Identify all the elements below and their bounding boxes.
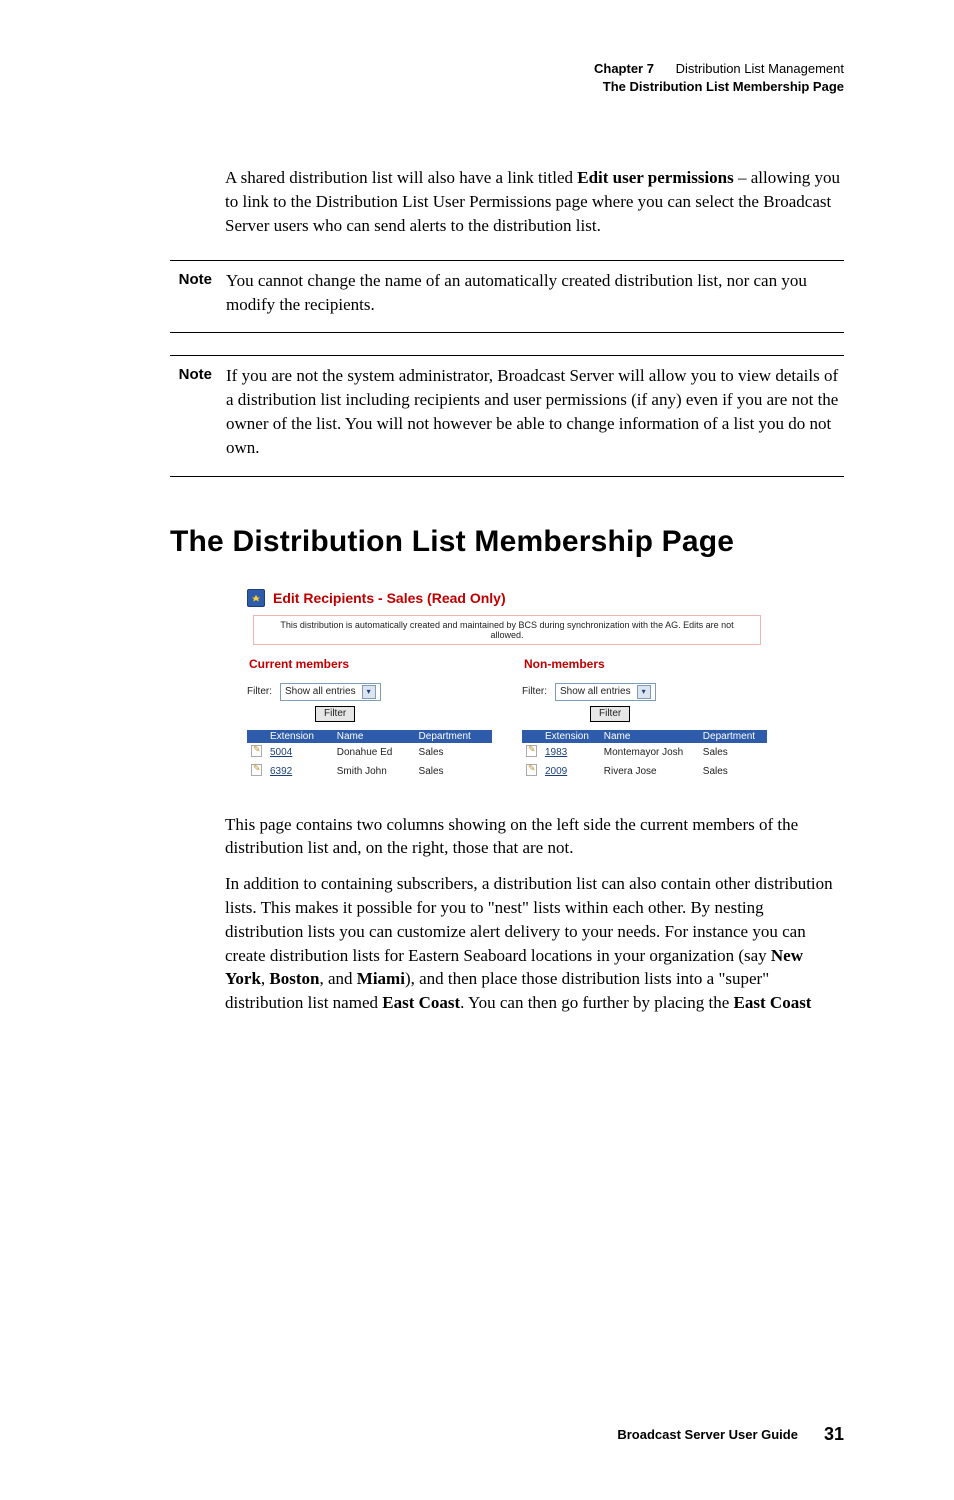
col-department[interactable]: Department [699, 730, 767, 743]
edit-icon[interactable] [251, 745, 262, 757]
note-label: Note [170, 269, 212, 288]
filter-button[interactable]: Filter [590, 706, 630, 722]
page-number: 31 [824, 1424, 844, 1445]
col-department[interactable]: Department [415, 730, 492, 743]
col-icon [247, 730, 266, 743]
edit-icon[interactable] [526, 764, 537, 776]
chapter-title: Distribution List Management [676, 61, 844, 76]
app-icon [247, 589, 265, 607]
table-row: 5004 Donahue Ed Sales [247, 743, 492, 762]
table-row: 6392 Smith John Sales [247, 762, 492, 781]
col-name[interactable]: Name [333, 730, 415, 743]
chapter-label: Chapter 7 [594, 61, 654, 76]
note-text: You cannot change the name of an automat… [226, 269, 844, 317]
table-row: 2009 Rivera Jose Sales [522, 762, 767, 781]
col-extension[interactable]: Extension [266, 730, 333, 743]
note-2: Note If you are not the system administr… [170, 355, 844, 476]
body-paragraph-2: This page contains two columns showing o… [225, 813, 844, 861]
cell-dept: Sales [699, 743, 767, 762]
cell-dept: Sales [699, 762, 767, 781]
edit-user-permissions-phrase: Edit user permissions [577, 168, 734, 187]
filter-label: Filter: [522, 686, 547, 697]
body-paragraph-3: In addition to containing subscribers, a… [225, 872, 844, 1015]
current-members-column: Current members Filter: Show all entries… [247, 651, 492, 781]
table-row: 1983 Montemayor Josh Sales [522, 743, 767, 762]
cell-name: Smith John [333, 762, 415, 781]
intro-paragraph: A shared distribution list will also hav… [225, 166, 844, 237]
col-name[interactable]: Name [600, 730, 699, 743]
readonly-message: This distribution is automatically creat… [253, 615, 761, 645]
current-members-table: Extension Name Department 5004 Donahue E… [247, 730, 492, 781]
cell-name: Montemayor Josh [600, 743, 699, 762]
chevron-down-icon: ▾ [637, 685, 651, 699]
cell-dept: Sales [415, 762, 492, 781]
extension-link[interactable]: 5004 [266, 743, 333, 762]
filter-label: Filter: [247, 686, 272, 697]
edit-recipients-screenshot: Edit Recipients - Sales (Read Only) This… [237, 581, 777, 785]
non-members-title: Non-members [524, 657, 767, 671]
chevron-down-icon: ▾ [362, 685, 376, 699]
note-1: Note You cannot change the name of an au… [170, 260, 844, 334]
extension-link[interactable]: 2009 [541, 762, 600, 781]
edit-icon[interactable] [526, 745, 537, 757]
col-extension[interactable]: Extension [541, 730, 600, 743]
footer-title: Broadcast Server User Guide [617, 1427, 798, 1442]
section-title: The Distribution List Membership Page [170, 78, 844, 96]
non-members-table: Extension Name Department 1983 Montemayo… [522, 730, 767, 781]
filter-select-value: Show all entries [560, 686, 631, 697]
note-label: Note [170, 364, 212, 383]
cell-dept: Sales [415, 743, 492, 762]
filter-select-value: Show all entries [285, 686, 356, 697]
page-footer: Broadcast Server User Guide 31 [170, 1424, 844, 1445]
running-header: Chapter 7 Distribution List Management T… [170, 60, 844, 96]
cell-name: Rivera Jose [600, 762, 699, 781]
filter-select[interactable]: Show all entries ▾ [280, 683, 381, 701]
non-members-column: Non-members Filter: Show all entries ▾ F… [522, 651, 767, 781]
dialog-title: Edit Recipients - Sales (Read Only) [273, 590, 506, 606]
page-heading: The Distribution List Membership Page [170, 525, 844, 559]
filter-select[interactable]: Show all entries ▾ [555, 683, 656, 701]
current-members-title: Current members [249, 657, 492, 671]
filter-button[interactable]: Filter [315, 706, 355, 722]
cell-name: Donahue Ed [333, 743, 415, 762]
note-text: If you are not the system administrator,… [226, 364, 844, 459]
edit-icon[interactable] [251, 764, 262, 776]
extension-link[interactable]: 1983 [541, 743, 600, 762]
extension-link[interactable]: 6392 [266, 762, 333, 781]
col-icon [522, 730, 541, 743]
